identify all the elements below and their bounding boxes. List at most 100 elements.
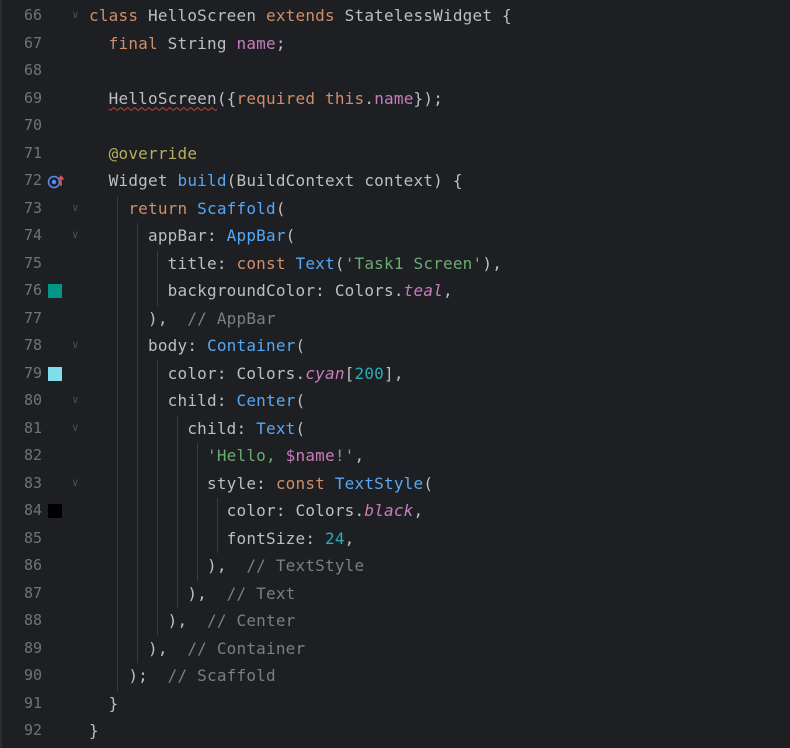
code-token: StatelessWidget { — [344, 6, 512, 25]
code-token: ( — [334, 253, 345, 273]
code-token: ); — [89, 666, 168, 685]
code-token: ), — [89, 638, 188, 658]
fold-chevron-icon[interactable]: ∨ — [72, 338, 79, 351]
code-line[interactable]: 69 HelloScreen({required this.name}); — [0, 86, 790, 114]
code-text[interactable]: 'Hello, $name!', — [89, 446, 364, 465]
code-line[interactable]: 80 ∨ child: Center( — [0, 388, 790, 416]
code-token: // Container — [187, 638, 306, 658]
code-line[interactable]: 68 — [0, 58, 790, 86]
line-number: 82 — [23, 446, 42, 464]
fold-chevron-icon[interactable]: ∨ — [72, 228, 79, 241]
line-number: 77 — [23, 308, 42, 327]
code-text[interactable]: Widget build(BuildContext context) { — [89, 171, 463, 190]
code-text[interactable]: title: const Text('Task1 Screen'), — [89, 254, 502, 273]
code-line[interactable]: 71 @override — [0, 141, 790, 169]
code-line[interactable]: 73 ∨ return Scaffold( — [0, 196, 790, 224]
override-method-icon[interactable] — [47, 174, 65, 189]
code-line[interactable]: 92} — [0, 718, 790, 746]
code-token: // Scaffold — [167, 666, 276, 685]
code-token: cyan — [305, 363, 345, 383]
code-token: title: — [89, 253, 237, 273]
code-line[interactable]: 79 color: Colors.cyan[200], — [0, 361, 790, 389]
code-token: // Center — [207, 611, 296, 630]
code-text[interactable]: ), // TextStyle — [89, 556, 364, 575]
code-token: @override — [89, 143, 198, 163]
code-token: ), — [89, 308, 188, 328]
code-token: ( — [275, 198, 286, 218]
code-text[interactable]: ), // Container — [89, 639, 305, 658]
code-text[interactable]: color: Colors.black, — [89, 501, 423, 520]
code-token: } — [89, 693, 119, 713]
fold-chevron-icon[interactable]: ∨ — [72, 421, 79, 434]
code-line[interactable]: 82 'Hello, $name!', — [0, 443, 790, 471]
fold-chevron-icon[interactable]: ∨ — [72, 8, 79, 21]
code-text[interactable]: HelloScreen({required this.name}); — [89, 89, 443, 108]
code-line[interactable]: 66 ∨ class HelloScreen extends StatelessWi… — [0, 3, 790, 31]
color-swatch-icon[interactable] — [48, 366, 62, 381]
code-token: ), — [89, 556, 247, 575]
line-number: 76 — [23, 281, 42, 299]
code-line[interactable]: 70 — [0, 113, 790, 141]
code-line[interactable]: 90 ); // Scaffold — [0, 663, 790, 691]
code-text[interactable]: ), // Center — [89, 611, 296, 630]
code-token: [ — [344, 363, 355, 383]
code-text[interactable]: class HelloScreen extends StatelessWidge… — [89, 6, 512, 25]
code-text[interactable]: style: const TextStyle( — [89, 474, 433, 493]
indent-guide — [217, 498, 218, 553]
color-swatch-icon[interactable] — [48, 504, 62, 518]
code-text[interactable]: return Scaffold( — [89, 199, 286, 218]
code-line[interactable]: 72 Widget build(BuildContext context) { — [0, 168, 790, 196]
code-token: Text — [256, 418, 296, 438]
code-line[interactable]: 85 fontSize: 24, — [0, 526, 790, 554]
code-line[interactable]: 81 ∨ child: Text( — [0, 416, 790, 444]
code-token: (BuildContext context) { — [226, 171, 463, 190]
line-number: 74 — [23, 226, 42, 244]
line-number: 72 — [23, 171, 42, 189]
indent-guide — [197, 443, 198, 581]
code-text[interactable]: } — [89, 721, 99, 740]
code-line[interactable]: 77 ), // AppBar — [0, 306, 790, 334]
code-text[interactable]: child: Text( — [89, 419, 305, 438]
fold-chevron-icon[interactable]: ∨ — [72, 393, 79, 406]
code-line[interactable]: 83 ∨ style: const TextStyle( — [0, 471, 790, 499]
code-text[interactable]: body: Container( — [89, 336, 305, 355]
code-token: child: — [89, 391, 237, 410]
code-token: 24 — [325, 528, 345, 548]
code-line[interactable]: 87 ), // Text — [0, 581, 790, 609]
code-token: TextStyle — [334, 473, 424, 493]
code-token: Widget — [89, 171, 178, 190]
line-number: 67 — [23, 33, 42, 52]
code-text[interactable]: ), // Text — [89, 584, 296, 603]
code-line[interactable]: 75 title: const Text('Task1 Screen'), — [0, 251, 790, 279]
code-line[interactable]: 76 backgroundColor: Colors.teal, — [0, 278, 790, 306]
code-line[interactable]: 86 ), // TextStyle — [0, 553, 790, 581]
line-number: 69 — [23, 88, 42, 107]
code-text[interactable]: @override — [89, 144, 197, 163]
code-token: ( — [295, 336, 306, 355]
code-text[interactable]: } — [89, 694, 119, 713]
code-editor[interactable]: 66 ∨ class HelloScreen extends StatelessWi… — [0, 0, 790, 748]
indent-guide — [157, 360, 158, 636]
code-line[interactable]: 67 final String name; — [0, 31, 790, 59]
fold-chevron-icon[interactable]: ∨ — [72, 476, 79, 489]
line-number: 88 — [23, 611, 42, 629]
code-token: ], — [384, 363, 404, 383]
line-number: 92 — [23, 721, 42, 739]
code-text[interactable]: backgroundColor: Colors.teal, — [89, 281, 453, 300]
code-token: ( — [295, 391, 306, 410]
code-line[interactable]: 89 ), // Container — [0, 636, 790, 664]
line-number: 73 — [23, 198, 42, 217]
color-swatch-icon[interactable] — [48, 284, 62, 298]
code-line[interactable]: 74 ∨ appBar: AppBar( — [0, 223, 790, 251]
code-token: const — [236, 253, 296, 273]
code-text[interactable]: final String name; — [89, 34, 286, 53]
fold-chevron-icon[interactable]: ∨ — [72, 201, 79, 214]
code-line[interactable]: 78 ∨ body: Container( — [0, 333, 790, 361]
code-line[interactable]: 84 color: Colors.black, — [0, 498, 790, 526]
code-line[interactable]: 88 ), // Center — [0, 608, 790, 636]
code-text[interactable]: child: Center( — [89, 391, 305, 410]
code-token: 200 — [354, 363, 385, 383]
code-line[interactable]: 91 } — [0, 691, 790, 719]
code-text[interactable]: appBar: AppBar( — [89, 226, 296, 245]
code-text[interactable]: fontSize: 24, — [89, 529, 355, 548]
